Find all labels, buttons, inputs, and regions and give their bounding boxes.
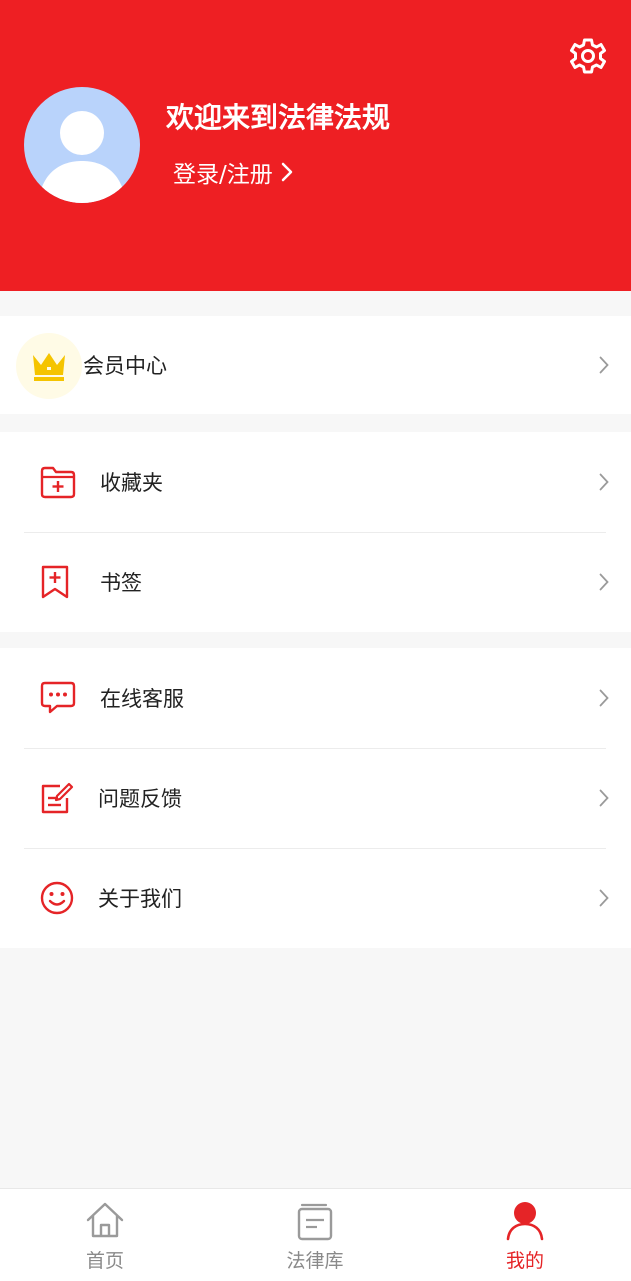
menu-item-feedback[interactable]: 问题反馈 bbox=[0, 748, 631, 848]
bottom-tab-bar: 首页 法律库 我的 bbox=[0, 1188, 631, 1281]
edit-note-icon bbox=[41, 782, 74, 814]
chevron-right-icon bbox=[599, 573, 609, 591]
chevron-right-icon bbox=[599, 789, 609, 807]
smiley-icon bbox=[40, 881, 74, 915]
chevron-right-icon bbox=[599, 889, 609, 907]
bookmark-plus-icon bbox=[41, 565, 69, 599]
tab-home[interactable]: 首页 bbox=[0, 1189, 210, 1281]
default-avatar-icon bbox=[38, 111, 126, 203]
menu-item-label: 在线客服 bbox=[100, 687, 184, 711]
chevron-right-icon bbox=[281, 162, 292, 182]
tab-label: 法律库 bbox=[286, 1250, 344, 1272]
vip-center-row[interactable]: 会员中心 bbox=[0, 316, 631, 414]
chevron-right-icon bbox=[599, 689, 609, 707]
folder-plus-icon bbox=[40, 466, 76, 499]
menu-item-label: 关于我们 bbox=[98, 887, 182, 911]
tab-label: 我的 bbox=[505, 1250, 544, 1272]
vip-center-label: 会员中心 bbox=[83, 354, 167, 378]
menu-group-support: 在线客服 问题反馈 关于我们 bbox=[0, 648, 631, 948]
login-register-link[interactable]: 登录/注册 bbox=[173, 155, 293, 189]
chevron-right-icon bbox=[599, 356, 609, 374]
chat-bubble-icon bbox=[40, 681, 76, 714]
menu-item-online-service[interactable]: 在线客服 bbox=[0, 648, 631, 748]
user-icon bbox=[506, 1202, 544, 1241]
tab-law-library[interactable]: 法律库 bbox=[210, 1189, 420, 1281]
menu-item-bookmarks[interactable]: 书签 bbox=[0, 532, 631, 632]
settings-gear-icon[interactable] bbox=[568, 36, 608, 76]
crown-icon bbox=[33, 353, 65, 381]
menu-item-favorites[interactable]: 收藏夹 bbox=[0, 432, 631, 532]
avatar[interactable] bbox=[24, 87, 140, 203]
tab-label: 首页 bbox=[85, 1250, 124, 1272]
document-library-icon bbox=[297, 1203, 333, 1241]
chevron-right-icon bbox=[599, 473, 609, 491]
menu-item-label: 收藏夹 bbox=[100, 471, 163, 495]
home-icon bbox=[86, 1202, 124, 1238]
welcome-title: 欢迎来到法律法规 bbox=[166, 101, 391, 134]
tab-mine[interactable]: 我的 bbox=[420, 1189, 630, 1281]
profile-header: 欢迎来到法律法规 登录/注册 bbox=[0, 0, 631, 291]
menu-group-collection: 收藏夹 书签 bbox=[0, 432, 631, 632]
menu-item-label: 书签 bbox=[100, 571, 142, 595]
vip-icon-badge bbox=[16, 333, 82, 399]
vip-card: 会员中心 bbox=[0, 316, 631, 414]
menu-item-label: 问题反馈 bbox=[98, 787, 182, 811]
menu-item-about[interactable]: 关于我们 bbox=[0, 848, 631, 948]
login-register-label: 登录/注册 bbox=[173, 162, 273, 188]
